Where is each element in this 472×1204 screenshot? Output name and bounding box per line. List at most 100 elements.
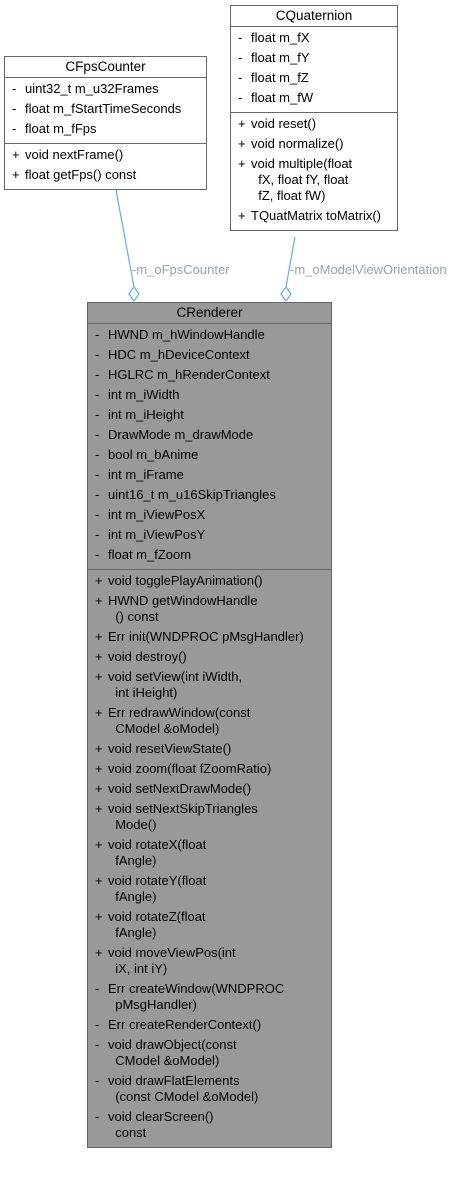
visibility-marker: -: [12, 81, 17, 96]
attribute-item: - HDC m_hDeviceContext: [88, 347, 331, 363]
operation-text: void moveViewPos(int iX, int iY): [108, 945, 236, 976]
attribute-text: float m_fY: [251, 50, 310, 65]
visibility-marker: +: [95, 801, 103, 816]
operation-text: void rotateY(float fAngle): [108, 873, 207, 904]
operation-text: HWND getWindowHandle () const: [108, 593, 258, 624]
class-name: CRenderer: [88, 303, 331, 324]
operation-item: + void setNextSkipTriangles Mode(): [88, 801, 331, 833]
operation-item: + void setView(int iWidth, int iHeight): [88, 669, 331, 701]
visibility-marker: -: [238, 30, 243, 45]
attribute-item: - int m_iHeight: [88, 407, 331, 423]
visibility-marker: +: [95, 649, 103, 664]
attribute-item: - float m_fZoom: [88, 547, 331, 563]
operation-text: void setView(int iWidth, int iHeight): [108, 669, 243, 700]
operation-item: + HWND getWindowHandle () const: [88, 593, 331, 625]
attribute-item: - HGLRC m_hRenderContext: [88, 367, 331, 383]
crenderer-class-box[interactable]: CRenderer - HWND m_hWindowHandle - HDC m_hD…: [87, 302, 332, 1148]
visibility-marker: -: [238, 50, 243, 65]
operation-item: + TQuatMatrix toMatrix(): [231, 208, 397, 224]
attribute-item: - uint32_t m_u32Frames: [5, 81, 206, 97]
visibility-marker: -: [95, 387, 100, 402]
attribute-text: DrawMode m_drawMode: [108, 427, 254, 442]
attribute-list: - uint32_t m_u32Frames - float m_fStartTime…: [5, 78, 206, 143]
visibility-marker: -: [95, 367, 100, 382]
operation-item: + float getFps() const: [5, 167, 206, 183]
attribute-text: int m_iViewPosY: [108, 527, 206, 542]
operation-text: TQuatMatrix toMatrix(): [251, 208, 382, 223]
orientation-connector-label: -m_oModelViewOrientation: [290, 262, 447, 277]
visibility-marker: +: [12, 167, 20, 182]
attribute-item: - float m_fX: [231, 30, 397, 46]
visibility-marker: -: [95, 1109, 100, 1124]
operation-item: + void nextFrame(): [5, 147, 206, 163]
attribute-item: - int m_iFrame: [88, 467, 331, 483]
visibility-marker: -: [95, 487, 100, 502]
attribute-text: int m_iWidth: [108, 387, 180, 402]
visibility-marker: +: [12, 147, 20, 162]
visibility-marker: +: [95, 705, 103, 720]
operation-text: void rotateX(float fAngle): [108, 837, 207, 868]
visibility-marker: +: [95, 909, 103, 924]
operation-text: void togglePlayAnimation(): [108, 573, 263, 588]
visibility-marker: +: [95, 629, 103, 644]
attribute-list: - float m_fX - float m_fY - float m_fZ - float …: [231, 27, 397, 112]
attribute-item: - int m_iWidth: [88, 387, 331, 403]
attribute-text: float m_fZoom: [108, 547, 192, 562]
operation-item: + void destroy(): [88, 649, 331, 665]
visibility-marker: +: [95, 781, 103, 796]
class-name: CQuaternion: [231, 6, 397, 27]
visibility-marker: -: [95, 547, 100, 562]
visibility-marker: -: [12, 101, 17, 116]
visibility-marker: +: [238, 156, 246, 171]
operation-item: + Err init(WNDPROC pMsgHandler): [88, 629, 331, 645]
visibility-marker: -: [95, 527, 100, 542]
visibility-marker: -: [238, 90, 243, 105]
visibility-marker: +: [95, 761, 103, 776]
attribute-text: float m_fFps: [25, 121, 97, 136]
operation-text: void reset(): [251, 116, 317, 131]
cquaternion-class-box[interactable]: CQuaternion - float m_fX - float m_fY - float…: [230, 5, 398, 231]
visibility-marker: -: [95, 981, 100, 996]
attribute-item: - uint16_t m_u16SkipTriangles: [88, 487, 331, 503]
attribute-item: - float m_fFps: [5, 121, 206, 137]
attribute-item: - float m_fY: [231, 50, 397, 66]
cfpscounter-class-box[interactable]: CFpsCounter - uint32_t m_u32Frames - float …: [4, 56, 207, 190]
attribute-item: - HWND m_hWindowHandle: [88, 327, 331, 343]
visibility-marker: -: [95, 1037, 100, 1052]
visibility-marker: -: [95, 1073, 100, 1088]
operation-text: void clearScreen() const: [108, 1109, 214, 1140]
operation-item: - void drawObject(const CModel &oModel): [88, 1037, 331, 1069]
visibility-marker: +: [95, 741, 103, 756]
attribute-text: HDC m_hDeviceContext: [108, 347, 250, 362]
operation-text: Err redrawWindow(const CModel &oModel): [108, 705, 251, 736]
operation-text: void destroy(): [108, 649, 187, 664]
fps-counter-aggregation-diamond: [128, 285, 140, 303]
visibility-marker: +: [95, 593, 103, 608]
visibility-marker: +: [95, 837, 103, 852]
visibility-marker: -: [95, 467, 100, 482]
visibility-marker: -: [95, 427, 100, 442]
operation-item: + void zoom(float fZoomRatio): [88, 761, 331, 777]
attribute-item: - float m_fZ: [231, 70, 397, 86]
operation-text: Err createRenderContext(): [108, 1017, 262, 1032]
operation-item: - Err createWindow(WNDPROC pMsgHandler): [88, 981, 331, 1013]
visibility-marker: +: [95, 669, 103, 684]
operation-text: void nextFrame(): [25, 147, 124, 162]
operation-text: void zoom(float fZoomRatio): [108, 761, 272, 776]
operation-item: + void moveViewPos(int iX, int iY): [88, 945, 331, 977]
operation-item: + void resetViewState(): [88, 741, 331, 757]
operation-text: void setNextDrawMode(): [108, 781, 252, 796]
operation-text: void multiple(float fX, float fY, float …: [251, 156, 353, 203]
operation-item: + Err redrawWindow(const CModel &oModel): [88, 705, 331, 737]
visibility-marker: -: [95, 347, 100, 362]
attribute-item: - int m_iViewPosX: [88, 507, 331, 523]
attribute-item: - bool m_bAnime: [88, 447, 331, 463]
operation-text: void resetViewState(): [108, 741, 232, 756]
visibility-marker: -: [95, 407, 100, 422]
operation-text: void drawObject(const CModel &oModel): [108, 1037, 237, 1068]
visibility-marker: -: [95, 447, 100, 462]
operation-text: void setNextSkipTriangles Mode(): [108, 801, 258, 832]
fps-counter-connector-label: -m_oFpsCounter: [132, 262, 230, 277]
attribute-text: int m_iFrame: [108, 467, 184, 482]
attribute-text: int m_iHeight: [108, 407, 184, 422]
